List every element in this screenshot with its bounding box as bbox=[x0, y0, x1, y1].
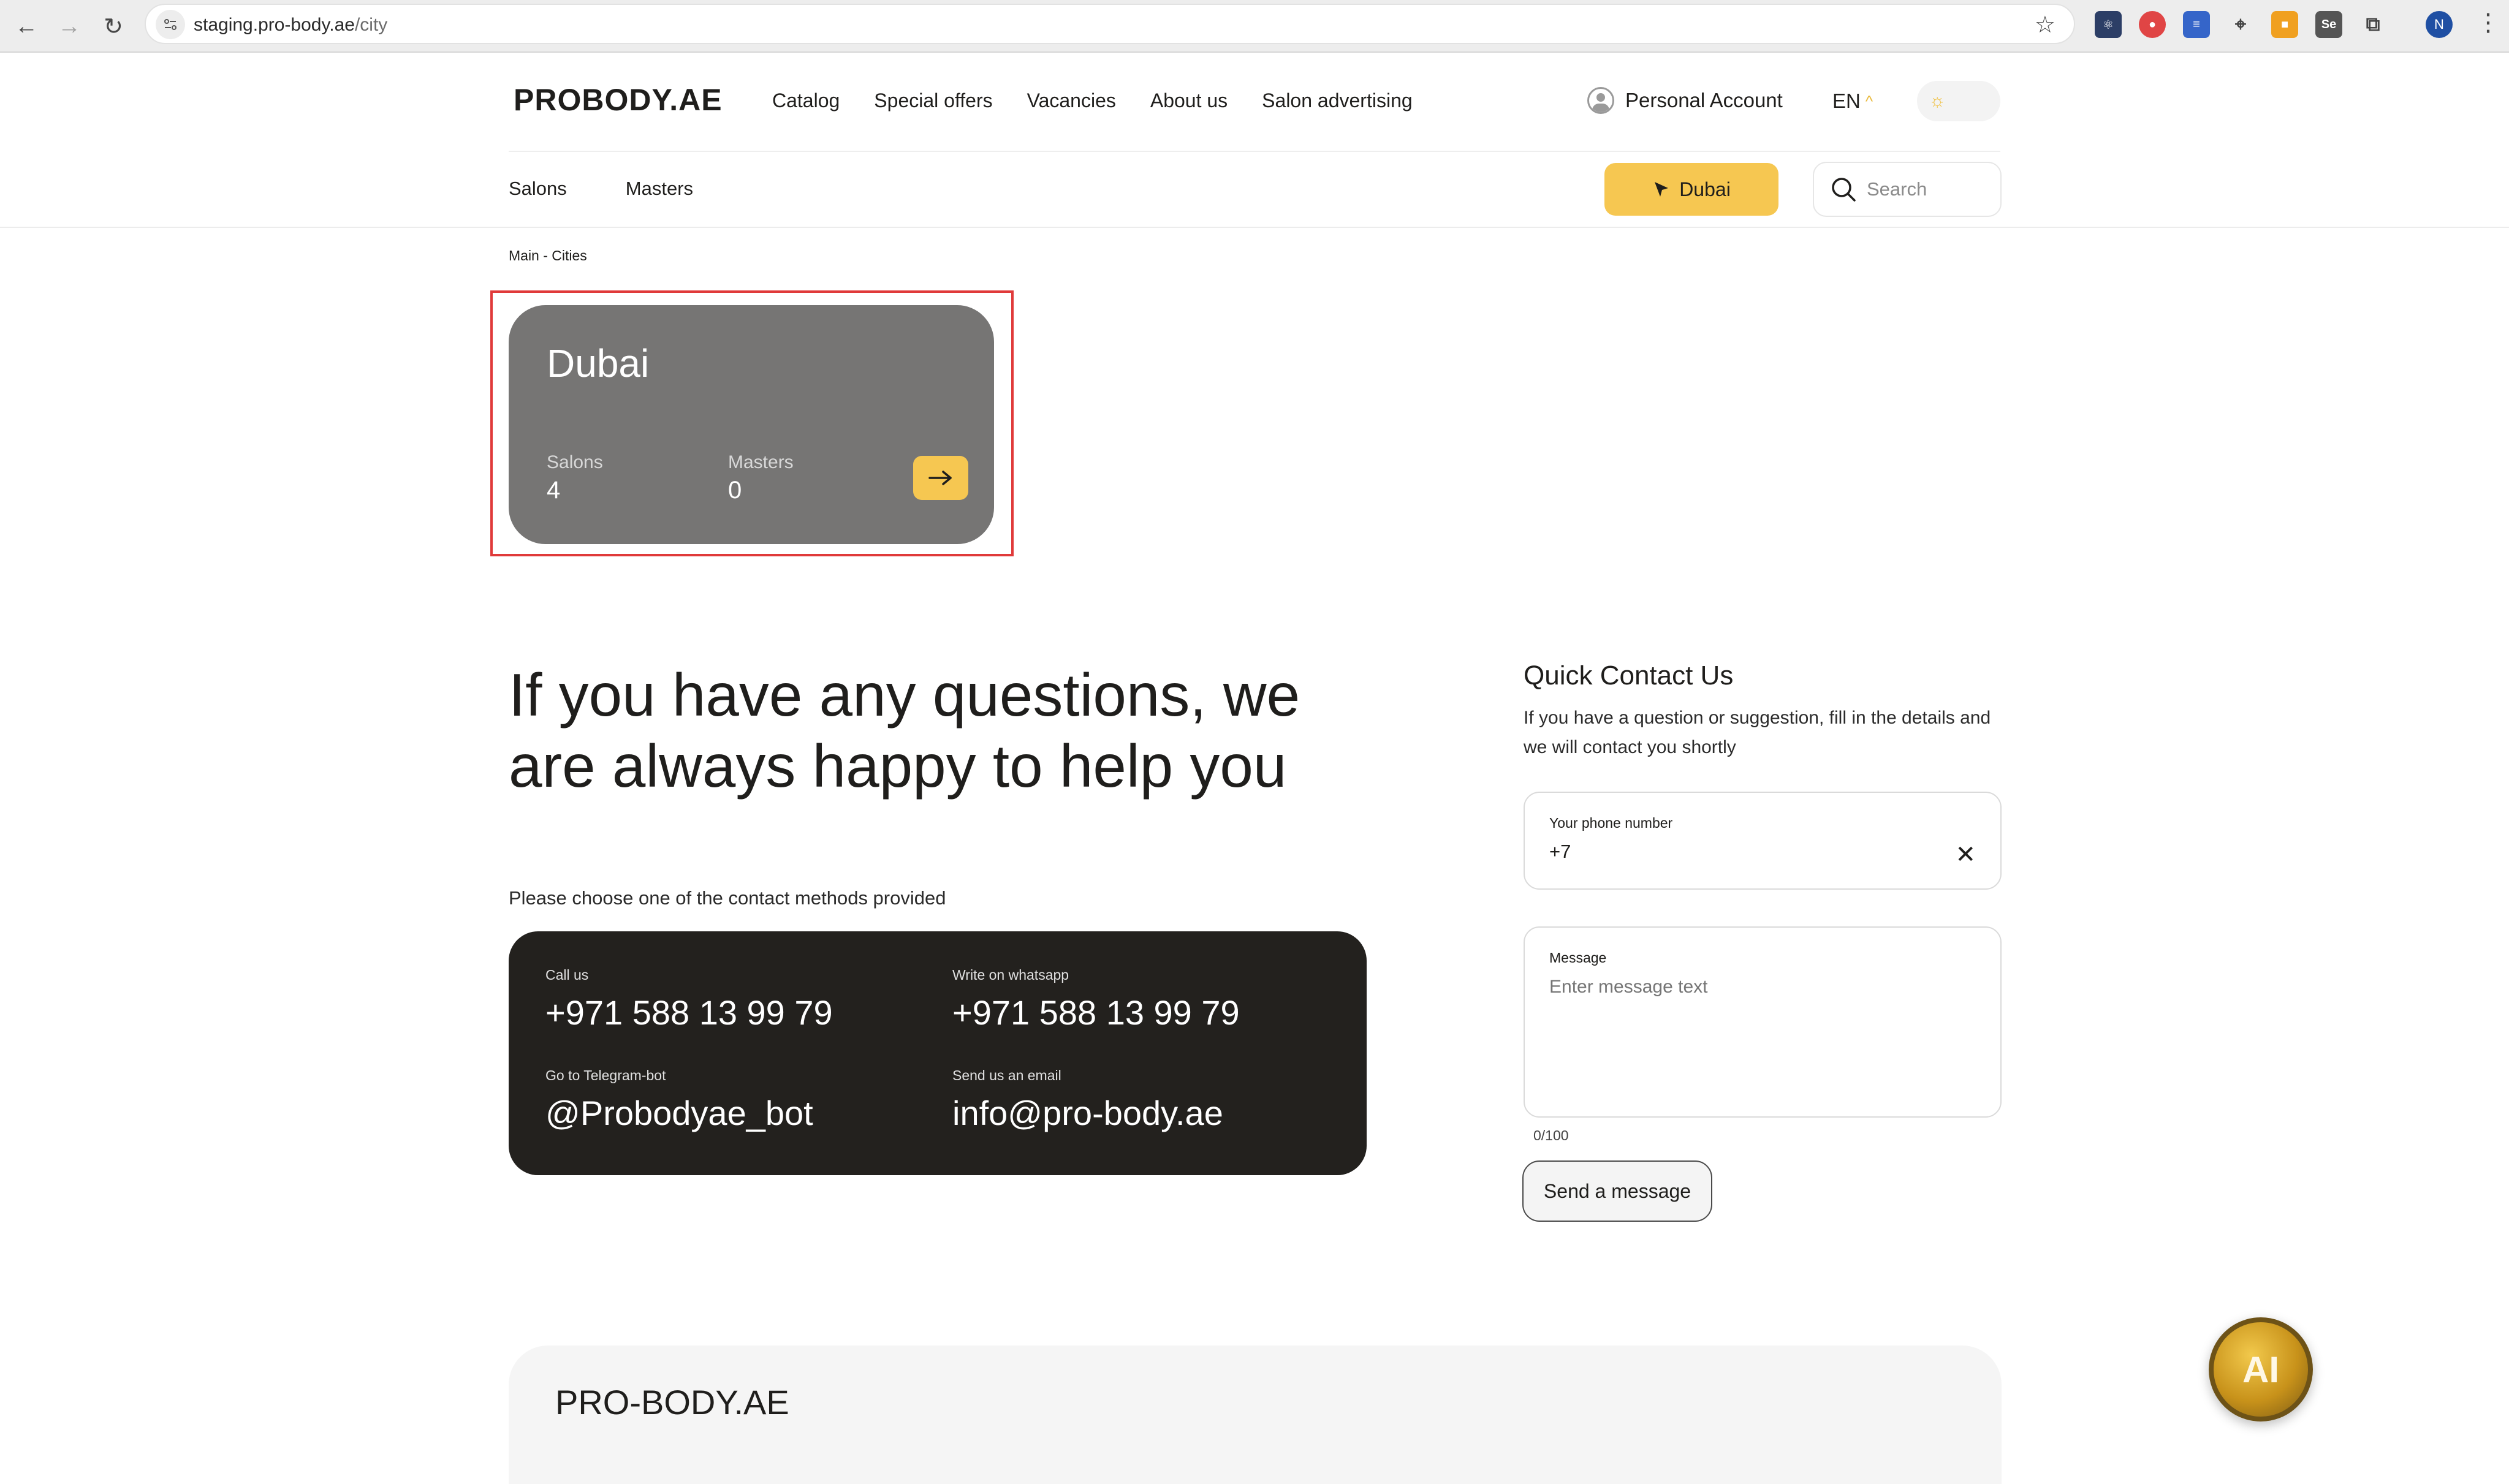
subnav-masters[interactable]: Masters bbox=[626, 178, 693, 200]
back-arrow-icon[interactable]: ← bbox=[9, 9, 44, 44]
language-label: EN bbox=[1832, 89, 1861, 112]
theme-toggle[interactable]: ☼ bbox=[1917, 81, 2000, 121]
whatsapp-link[interactable]: +971 588 13 99 79 bbox=[952, 993, 1240, 1032]
help-heading: If you have any questions, we are always… bbox=[509, 661, 1300, 800]
whatsapp-label: Write on whatsapp bbox=[952, 967, 1069, 983]
city-card-arrow-button[interactable] bbox=[913, 456, 968, 500]
sub-nav: Salons Masters bbox=[509, 178, 693, 200]
site-info-icon[interactable] bbox=[156, 10, 185, 39]
extension-pin-icon[interactable]: ⌖ bbox=[2227, 11, 2254, 38]
help-subtitle: Please choose one of the contact methods… bbox=[509, 887, 946, 909]
nav-special-offers[interactable]: Special offers bbox=[874, 89, 992, 112]
user-icon bbox=[1587, 87, 1614, 114]
email-link[interactable]: info@pro-body.ae bbox=[952, 1093, 1223, 1133]
nav-about-us[interactable]: About us bbox=[1150, 89, 1228, 112]
call-label: Call us bbox=[545, 967, 589, 983]
search-placeholder: Search bbox=[1867, 178, 1927, 200]
email-label: Send us an email bbox=[952, 1067, 1061, 1083]
main-nav: Catalog Special offers Vacancies About u… bbox=[772, 89, 1413, 112]
clear-phone-icon[interactable]: ✕ bbox=[1955, 841, 1976, 869]
call-phone-link[interactable]: +971 588 13 99 79 bbox=[545, 993, 833, 1032]
extension-color-icon[interactable]: ■ bbox=[2271, 11, 2298, 38]
contact-methods-card: Call us +971 588 13 99 79 Write on whats… bbox=[509, 931, 1367, 1175]
url-text: staging.pro-body.ae/city bbox=[194, 15, 388, 35]
site-logo[interactable]: PROBODY.AE bbox=[514, 82, 723, 118]
city-card-title: Dubai bbox=[547, 341, 650, 385]
extensions-puzzle-icon[interactable]: ⧉ bbox=[2359, 11, 2386, 38]
footer: PRO-BODY.AE bbox=[509, 1346, 2002, 1484]
browser-toolbar: ← → ↻ staging.pro-body.ae/city ☆ ⚛ ● ≡ ⌖… bbox=[0, 0, 2509, 53]
bookmark-star-icon[interactable]: ☆ bbox=[2035, 11, 2055, 39]
message-input[interactable] bbox=[1549, 977, 1978, 1060]
personal-account-label: Personal Account bbox=[1625, 89, 1783, 112]
city-card-dubai[interactable]: Dubai Salons 4 Masters 0 bbox=[509, 305, 994, 544]
reload-icon[interactable]: ↻ bbox=[96, 9, 131, 44]
telegram-label: Go to Telegram-bot bbox=[545, 1067, 666, 1083]
send-message-button[interactable]: Send a message bbox=[1522, 1160, 1712, 1222]
page-divider bbox=[0, 227, 2509, 228]
footer-logo[interactable]: PRO-BODY.AE bbox=[555, 1382, 789, 1422]
chevron-up-icon: ^ bbox=[1865, 91, 1873, 110]
arrow-right-icon bbox=[928, 471, 952, 485]
extension-react-icon[interactable]: ⚛ bbox=[2095, 11, 2122, 38]
quick-contact-title: Quick Contact Us bbox=[1524, 661, 1734, 691]
subnav-salons[interactable]: Salons bbox=[509, 178, 567, 200]
forward-arrow-icon[interactable]: → bbox=[51, 9, 87, 44]
location-cursor-icon bbox=[1655, 182, 1669, 197]
telegram-link[interactable]: @Probodyae_bot bbox=[545, 1093, 813, 1133]
ai-icon: AI bbox=[2242, 1349, 2279, 1390]
search-icon bbox=[1832, 178, 1856, 202]
browser-menu-icon[interactable]: ⋮ bbox=[2476, 9, 2500, 37]
message-field[interactable]: Message bbox=[1524, 926, 2002, 1118]
personal-account-link[interactable]: Personal Account bbox=[1587, 87, 1783, 114]
phone-input[interactable] bbox=[1549, 841, 1917, 863]
nav-vacancies[interactable]: Vacancies bbox=[1027, 89, 1116, 112]
extension-se-icon[interactable]: Se bbox=[2315, 11, 2342, 38]
city-button-label: Dubai bbox=[1679, 178, 1731, 200]
extension-list-icon[interactable]: ≡ bbox=[2183, 11, 2210, 38]
profile-avatar[interactable]: N bbox=[2426, 11, 2453, 38]
masters-count: 0 bbox=[728, 477, 742, 504]
phone-field-label: Your phone number bbox=[1549, 815, 1673, 831]
nav-salon-advertising[interactable]: Salon advertising bbox=[1262, 89, 1412, 112]
nav-catalog[interactable]: Catalog bbox=[772, 89, 840, 112]
header-divider bbox=[509, 151, 2000, 152]
breadcrumb[interactable]: Main - Cities bbox=[509, 248, 587, 264]
city-select-button[interactable]: Dubai bbox=[1604, 163, 1778, 216]
language-selector[interactable]: EN ^ bbox=[1832, 89, 1873, 113]
message-char-counter: 0/100 bbox=[1533, 1127, 1569, 1143]
masters-label: Masters bbox=[728, 452, 794, 472]
address-bar[interactable]: staging.pro-body.ae/city ☆ bbox=[145, 4, 2075, 44]
salons-label: Salons bbox=[547, 452, 603, 472]
phone-field[interactable]: Your phone number ✕ bbox=[1524, 792, 2002, 890]
salons-count: 4 bbox=[547, 477, 561, 504]
extension-record-icon[interactable]: ● bbox=[2139, 11, 2166, 38]
sun-icon: ☼ bbox=[1929, 91, 1946, 111]
search-input[interactable]: Search bbox=[1813, 162, 2002, 217]
ai-assistant-button[interactable]: AI bbox=[2209, 1317, 2313, 1422]
message-field-label: Message bbox=[1549, 950, 1607, 966]
quick-contact-description: If you have a question or suggestion, fi… bbox=[1524, 708, 1991, 757]
